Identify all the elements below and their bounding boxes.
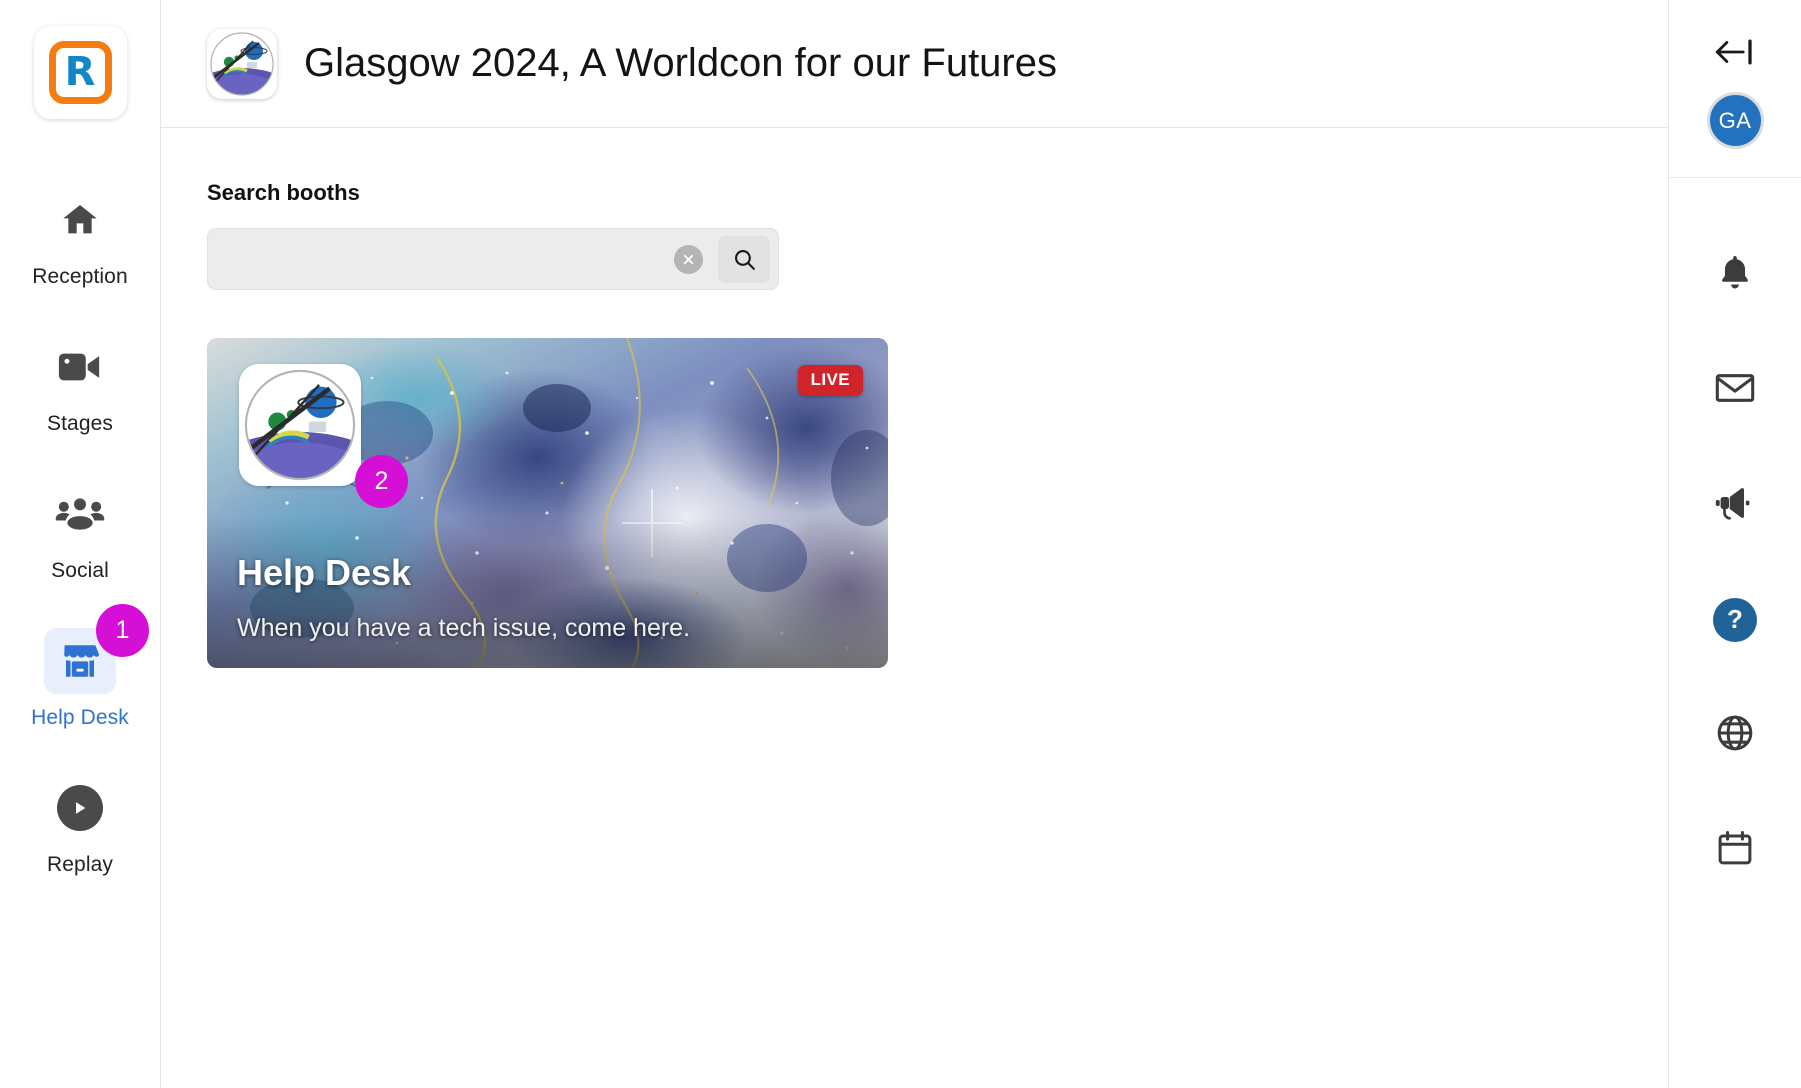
sidebar-item-label: Replay [47,853,113,876]
home-icon [44,187,116,253]
sidebar-item-replay[interactable]: Replay [0,775,160,877]
sidebar-item-badge: 1 [96,604,149,657]
avatar[interactable]: GA [1706,92,1764,149]
sidebar-item-label: Social [51,559,109,582]
close-circle-icon[interactable] [674,244,703,274]
calendar-icon [1716,829,1754,870]
search-bar [207,228,779,290]
booth-avatar [239,364,361,486]
page-title: Glasgow 2024, A Worldcon for our Futures [304,41,1057,85]
megaphone-icon [1714,486,1756,523]
live-status-badge: LIVE [797,365,863,396]
divider [1668,177,1801,178]
play-circle-shape [57,785,103,831]
brand-logo[interactable]: R [33,26,127,119]
search-button[interactable] [718,235,770,283]
sidebar-item-stages[interactable]: Stages [0,334,160,436]
header-bar: Glasgow 2024, A Worldcon for our Futures [161,0,1668,128]
event-logo-icon [207,28,277,99]
booth-badge: 2 [355,455,408,508]
booth-description: When you have a tech issue, come here. [237,614,691,642]
search-input[interactable] [226,229,674,289]
booth-card[interactable]: LIVE 2 Help Desk When you have a tech is… [207,338,888,668]
language-button[interactable] [1669,677,1801,792]
brand-logo-letter: R [64,48,96,95]
question-mark-icon: ? [1713,597,1757,642]
sidebar-nav: Reception Stages Social 1 Help Desk Repl… [0,187,160,922]
sidebar-item-help-desk[interactable]: 1 Help Desk [0,604,160,730]
people-group-icon [44,481,116,547]
main-content: Search booths LIVE 2 Help Desk When you … [161,128,1668,1088]
help-button[interactable]: ? [1669,562,1801,677]
search-label: Search booths [207,180,360,205]
collapse-panel-icon[interactable] [1707,28,1763,76]
play-circle-icon [44,775,116,841]
notifications-button[interactable] [1669,217,1801,332]
left-sidebar: R Reception Stages Social 1 Help Desk Re… [0,0,161,1088]
sidebar-item-label: Stages [47,412,113,435]
sidebar-item-reception[interactable]: Reception [0,187,160,289]
right-sidebar: GA ? [1668,0,1801,1088]
announcements-button[interactable] [1669,447,1801,562]
bell-icon [1717,254,1753,295]
rumi-logo-icon: R [48,41,112,104]
messages-button[interactable] [1669,332,1801,447]
booth-name: Help Desk [237,552,412,593]
sidebar-item-label: Reception [32,265,128,288]
schedule-button[interactable] [1669,792,1801,907]
sidebar-item-label: Help Desk [31,706,129,729]
globe-icon [1716,714,1754,755]
video-camera-icon [44,334,116,400]
sidebar-item-social[interactable]: Social [0,481,160,583]
envelope-icon [1715,372,1755,407]
